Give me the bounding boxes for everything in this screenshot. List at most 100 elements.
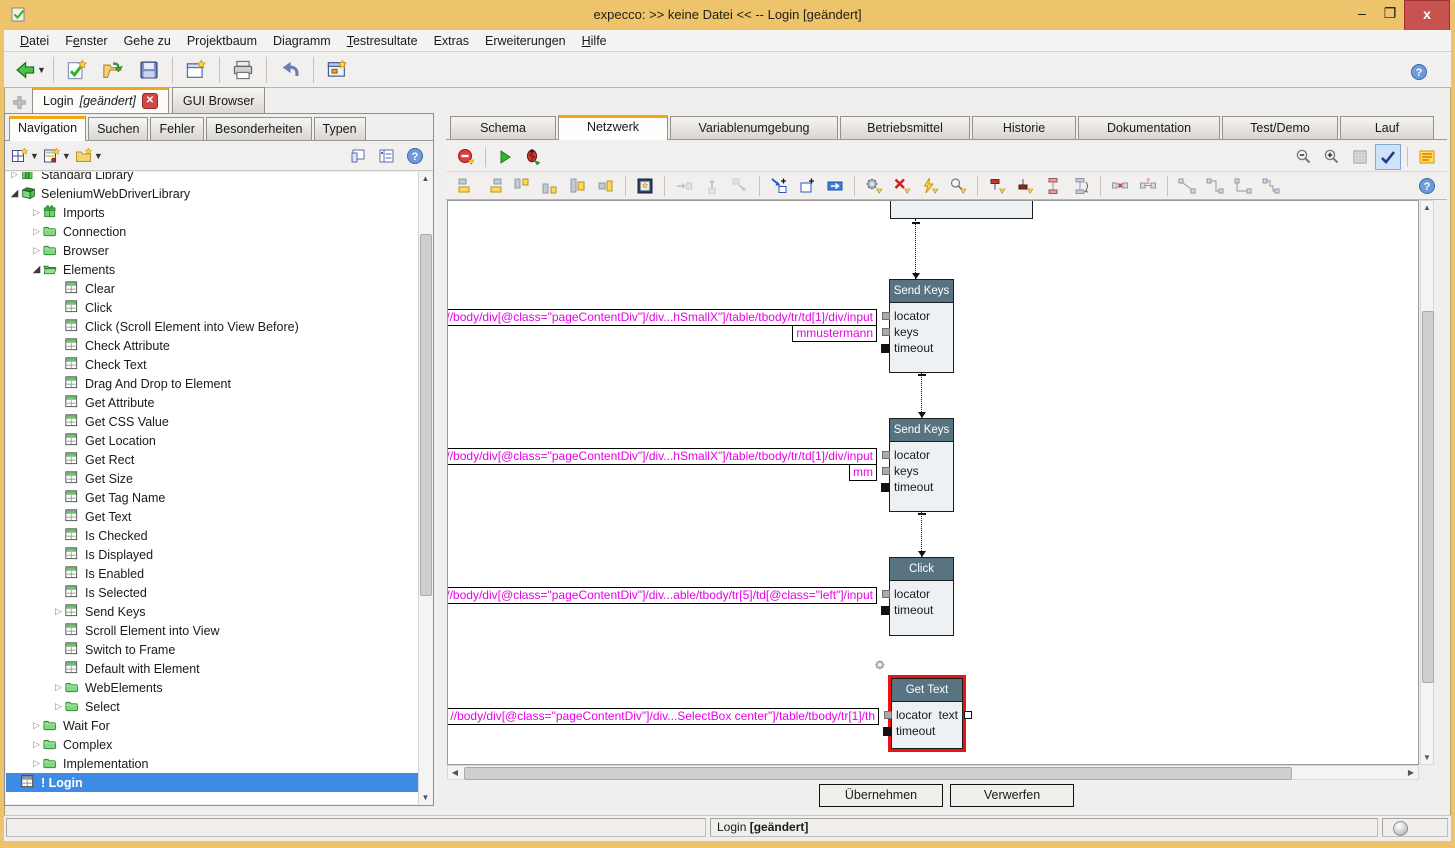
pin-value-label[interactable]: //body/div[@class="pageContentDiv"]/div.… [447, 587, 877, 604]
tree-item-standard-library[interactable]: ▷Standard Library [6, 172, 419, 184]
scroll-right-arrow[interactable]: ▶ [1404, 766, 1418, 779]
align-center-icon[interactable] [593, 173, 619, 199]
apply-button[interactable]: Übernehmen [819, 784, 943, 807]
line-orth-1-icon[interactable] [1202, 173, 1228, 199]
help-icon[interactable]: ? [1402, 56, 1436, 88]
tree-scrollbar[interactable]: ▲ ▼ [418, 172, 432, 804]
line-orth-3-icon[interactable] [1258, 173, 1284, 199]
align-right-icon[interactable] [481, 173, 507, 199]
input-pin[interactable] [882, 451, 890, 459]
diagram-node-send-keys-1[interactable]: Send Keyslocatorkeystimeout [889, 418, 954, 512]
float-window-icon[interactable] [346, 143, 372, 169]
tree-item-is-enabled[interactable]: Is Enabled [6, 564, 419, 583]
expand-icon[interactable]: ▷ [30, 245, 43, 256]
new-item-grid-icon[interactable]: ▼ [10, 143, 40, 169]
back-arrow-icon[interactable]: ▼ [13, 54, 47, 86]
tree-item-get-location[interactable]: Get Location [6, 431, 419, 450]
move-up-icon[interactable] [699, 173, 725, 199]
tree-item-scroll-element-into-view[interactable]: Scroll Element into View [6, 621, 419, 640]
align-top-icon[interactable] [509, 173, 535, 199]
input-pin[interactable] [881, 344, 890, 353]
new-inline-value-icon[interactable] [822, 173, 848, 199]
diagram-node-get-text-3[interactable]: Get Textlocatortexttimeout [891, 678, 963, 749]
document-tab-login[interactable]: Login [geändert]✕ [32, 87, 169, 113]
align-bottom-icon[interactable] [537, 173, 563, 199]
tree-item-is-checked[interactable]: Is Checked [6, 526, 419, 545]
scroll-up-arrow[interactable]: ▲ [419, 172, 432, 185]
tree-item-check-attribute[interactable]: Check Attribute [6, 336, 419, 355]
network-canvas[interactable]: Send Keyslocatorkeystimeout //body/div[@c… [447, 200, 1419, 765]
collapse-icon[interactable]: ◢ [30, 264, 43, 275]
scroll-up-arrow[interactable]: ▲ [1421, 201, 1433, 214]
expand-icon[interactable]: ▷ [8, 172, 21, 180]
run-icon[interactable] [492, 144, 518, 170]
move-into-icon[interactable] [671, 173, 697, 199]
input-pin[interactable] [884, 711, 892, 719]
tree-item-implementation[interactable]: ▷Implementation [6, 754, 419, 773]
diagram-node-send-keys-0[interactable]: Send Keyslocatorkeystimeout [889, 279, 954, 373]
close-button[interactable]: x [1404, 0, 1450, 31]
accept-new-icon[interactable] [60, 54, 94, 86]
menu-testresultate[interactable]: Testresultate [339, 32, 426, 50]
tree-item-login[interactable]: ! Login [6, 773, 419, 792]
tool-window-icon[interactable] [320, 54, 354, 86]
collapse-icon[interactable]: ◢ [8, 188, 21, 199]
tab-dokumentation[interactable]: Dokumentation [1078, 116, 1220, 139]
maximize-button[interactable]: ❐ [1376, 0, 1404, 29]
pin-value-label[interactable]: mm [849, 464, 877, 481]
expand-icon[interactable]: ▷ [30, 758, 43, 769]
input-pin[interactable] [882, 590, 890, 598]
tab-betriebsmittel[interactable]: Betriebsmittel [840, 116, 970, 139]
tree-item-get-rect[interactable]: Get Rect [6, 450, 419, 469]
tree-item-get-attribute[interactable]: Get Attribute [6, 393, 419, 412]
gear-menu-icon[interactable] [861, 173, 887, 199]
canvas-horizontal-scrollbar[interactable]: ◀ ▶ [447, 765, 1419, 780]
tree-item-drag-and-drop-to-element[interactable]: Drag And Drop to Element [6, 374, 419, 393]
input-pin[interactable] [881, 606, 890, 615]
input-pin[interactable] [882, 312, 890, 320]
snap-check-icon[interactable] [1375, 144, 1401, 170]
tab-historie[interactable]: Historie [972, 116, 1076, 139]
log-view-icon[interactable] [1414, 144, 1440, 170]
scroll-thumb[interactable] [464, 767, 1292, 780]
close-tab-icon[interactable]: ✕ [142, 93, 158, 109]
tree-item-wait-for[interactable]: ▷Wait For [6, 716, 419, 735]
open-project-icon[interactable] [96, 54, 130, 86]
diagram-node-partial[interactable] [890, 200, 1033, 219]
tree-item-send-keys[interactable]: ▷Send Keys [6, 602, 419, 621]
menu-extras[interactable]: Extras [426, 32, 477, 50]
scroll-left-arrow[interactable]: ◀ [448, 766, 462, 779]
expand-icon[interactable]: ▷ [30, 226, 43, 237]
distribute-vertical-icon[interactable] [1040, 173, 1066, 199]
tree-item-seleniumwebdriverlibrary[interactable]: ◢SeleniumWebDriverLibrary [6, 184, 419, 203]
input-pin[interactable] [882, 467, 890, 475]
zoom-in-icon[interactable] [1319, 144, 1345, 170]
tab-variablenumgebung[interactable]: Variablenumgebung [670, 116, 838, 139]
tree-item-is-selected[interactable]: Is Selected [6, 583, 419, 602]
pin-value-label[interactable]: //body/div[@class="pageContentDiv"]/div.… [447, 448, 877, 465]
menu-projektbaum[interactable]: Projektbaum [179, 32, 265, 50]
tree-item-is-displayed[interactable]: Is Displayed [6, 545, 419, 564]
save-icon[interactable] [132, 54, 166, 86]
discard-button[interactable]: Verwerfen [950, 784, 1074, 807]
tree-item-check-text[interactable]: Check Text [6, 355, 419, 374]
tree-item-switch-to-frame[interactable]: Switch to Frame [6, 640, 419, 659]
tree-item-get-tag-name[interactable]: Get Tag Name [6, 488, 419, 507]
tree-item-default-with-element[interactable]: Default with Element [6, 659, 419, 678]
tab-navigation[interactable]: Navigation [9, 116, 86, 141]
tree-item-imports[interactable]: ▷Imports [6, 203, 419, 222]
expand-icon[interactable]: ▷ [52, 606, 65, 617]
new-frame-icon[interactable] [179, 54, 213, 86]
tab-schema[interactable]: Schema [450, 116, 556, 139]
tree-item-clear[interactable]: Clear [6, 279, 419, 298]
line-diagonal-icon[interactable] [1174, 173, 1200, 199]
menu-gehe-zu[interactable]: Gehe zu [116, 32, 179, 50]
tab-lauf[interactable]: Lauf [1340, 116, 1434, 139]
tree-item-click[interactable]: Click [6, 298, 419, 317]
new-folder-icon[interactable]: ▼ [74, 143, 104, 169]
input-pin[interactable] [882, 328, 890, 336]
output-pin[interactable] [964, 711, 972, 719]
undo-icon[interactable] [273, 54, 307, 86]
reconnect-icon[interactable]: 2 [1135, 173, 1161, 199]
delete-menu-icon[interactable] [889, 173, 915, 199]
